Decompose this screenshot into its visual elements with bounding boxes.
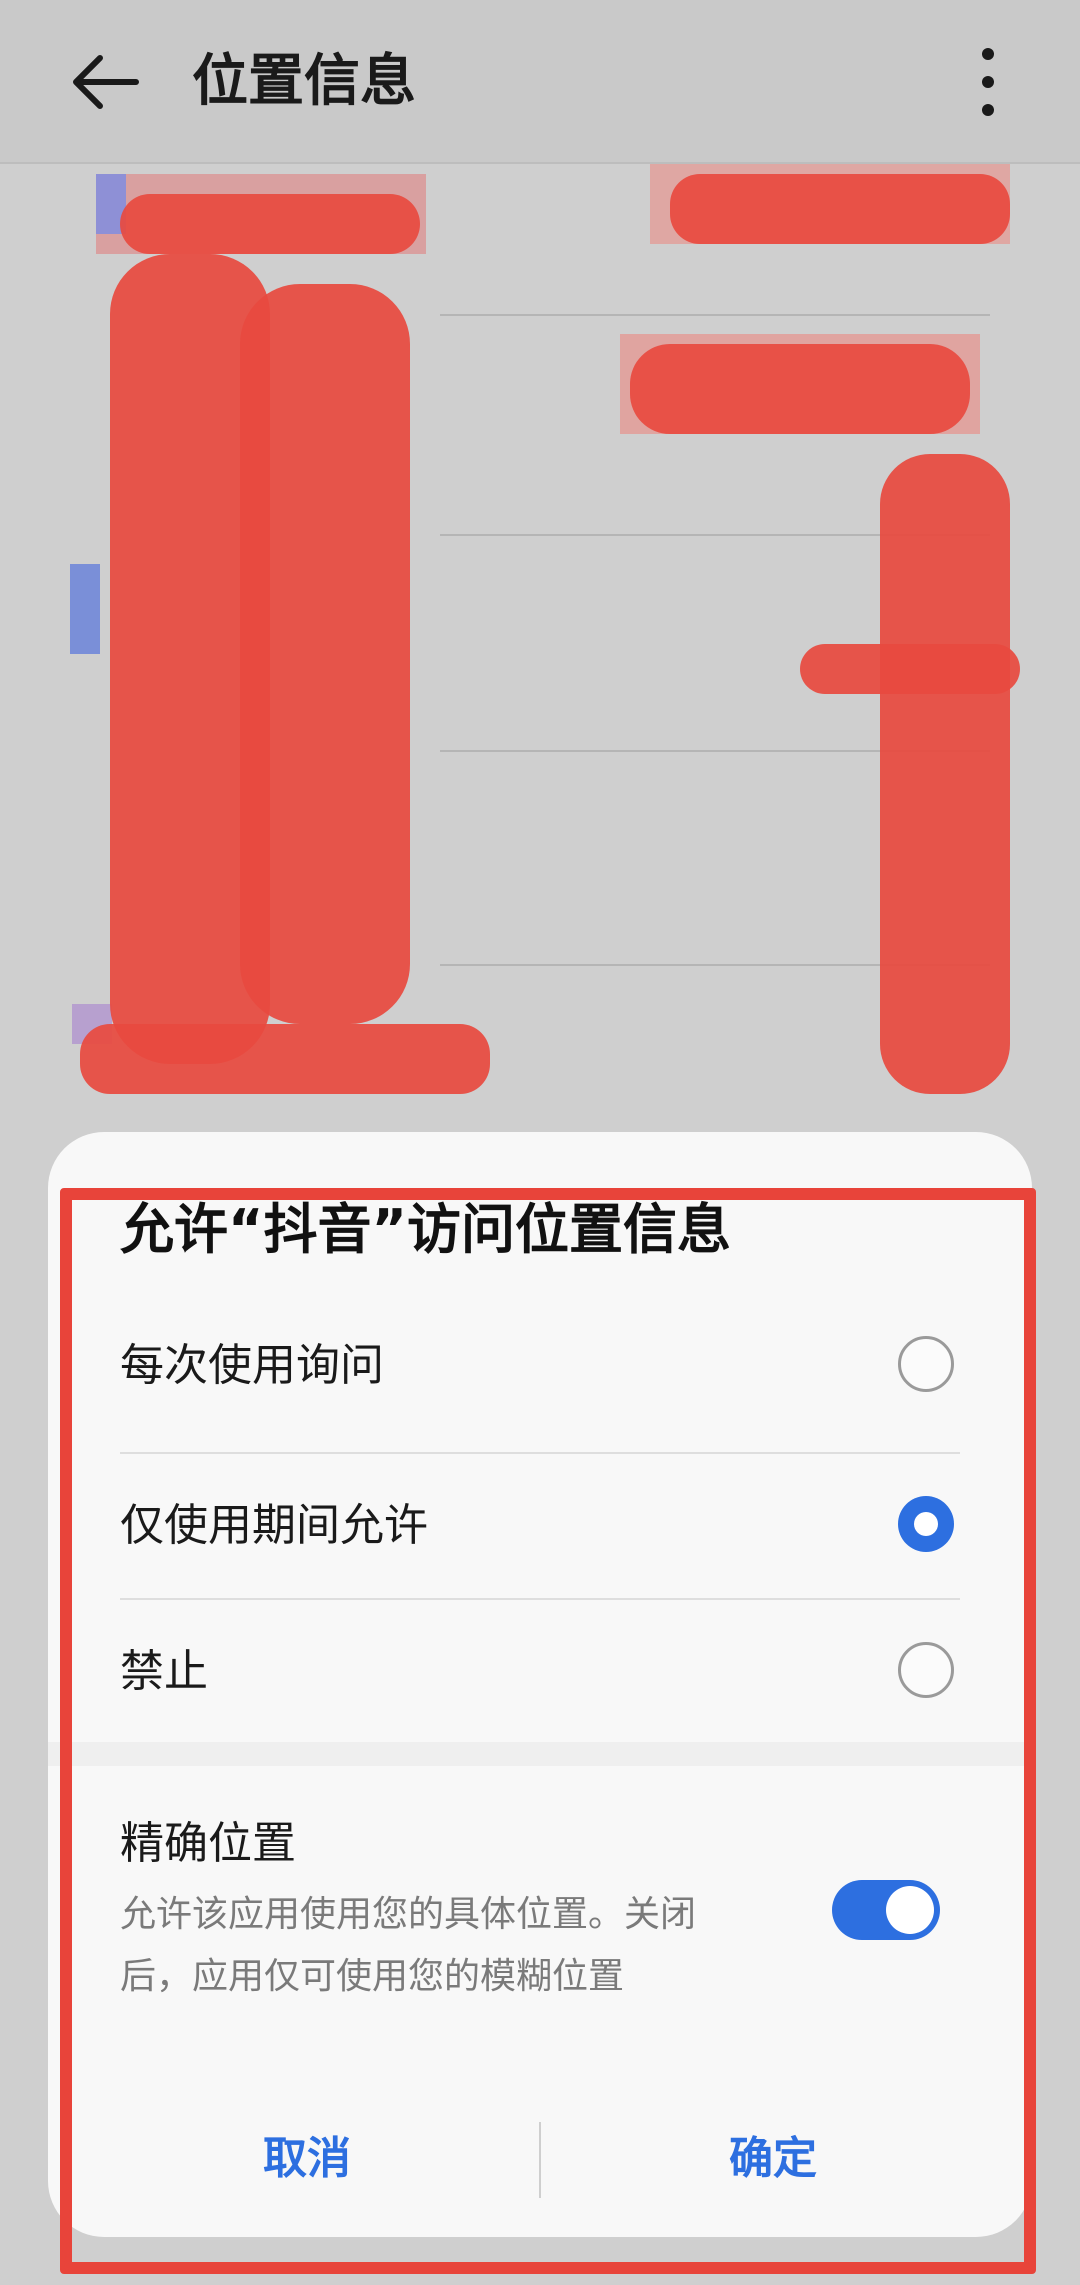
- dialog-footer: 取消 确定: [48, 2094, 1032, 2224]
- option-label: 仅使用期间允许: [120, 1500, 428, 1551]
- option-label: 每次使用询问: [120, 1340, 384, 1391]
- radio-unchecked-icon[interactable]: [898, 1336, 954, 1392]
- precise-location-title: 精确位置: [120, 1818, 296, 1869]
- location-permission-dialog: 允许“抖音”访问位置信息 每次使用询问 仅使用期间允许 禁止 精确位置 允许该应…: [48, 1132, 1032, 2237]
- option-deny[interactable]: 禁止: [120, 1600, 960, 1744]
- redaction-mark: [80, 1024, 490, 1094]
- page-title: 位置信息: [192, 49, 416, 114]
- redaction-mark: [670, 174, 1010, 244]
- redaction-mark: [880, 454, 1010, 1094]
- more-vertical-icon: [982, 48, 994, 116]
- radio-unchecked-icon[interactable]: [898, 1642, 954, 1698]
- precise-location-description: 允许该应用使用您的具体位置。关闭后，应用仅可使用您的模糊位置: [120, 1894, 697, 1997]
- back-button[interactable]: [64, 40, 148, 124]
- footer-separator: [539, 2122, 541, 2198]
- app-permission-list: [0, 164, 1080, 1154]
- app-bar: 位置信息: [0, 0, 1080, 164]
- more-options-button[interactable]: [960, 40, 1016, 124]
- option-ask-every-time[interactable]: 每次使用询问: [120, 1294, 960, 1438]
- list-divider: [440, 314, 990, 316]
- radio-checked-icon[interactable]: [898, 1496, 954, 1552]
- arrow-left-icon: [73, 55, 139, 109]
- redaction-mark: [120, 194, 420, 254]
- confirm-button[interactable]: 确定: [544, 2094, 1002, 2224]
- redaction-mark: [630, 344, 970, 434]
- toggle-knob: [886, 1886, 934, 1934]
- precise-location-toggle[interactable]: [832, 1880, 940, 1940]
- pixelated-block: [70, 564, 100, 654]
- redaction-mark: [240, 284, 410, 1024]
- dialog-title: 允许“抖音”访问位置信息: [120, 1198, 731, 1261]
- section-separator: [48, 1742, 1032, 1766]
- option-allow-while-using[interactable]: 仅使用期间允许: [120, 1454, 960, 1598]
- cancel-button[interactable]: 取消: [78, 2094, 536, 2224]
- option-label: 禁止: [120, 1646, 208, 1697]
